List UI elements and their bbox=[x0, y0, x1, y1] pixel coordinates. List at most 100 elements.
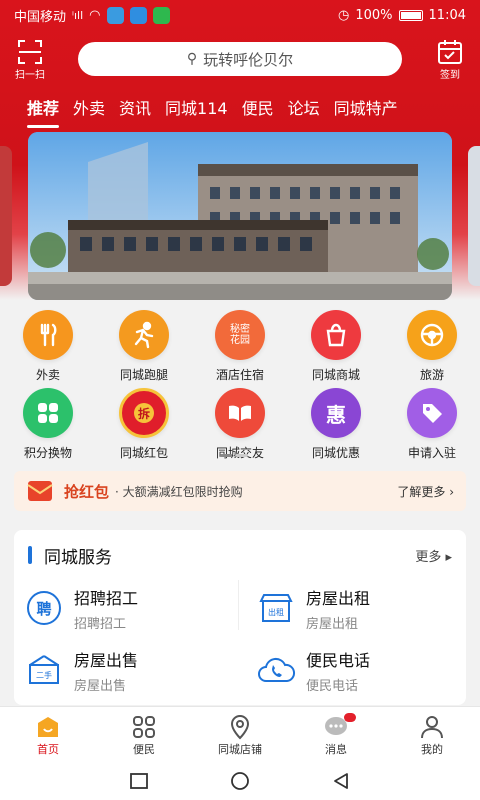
home-icon bbox=[38, 716, 58, 737]
discount-icon: 惠 bbox=[311, 388, 361, 438]
service-title: 便民电话 bbox=[306, 650, 371, 670]
nav-label: 首页 bbox=[37, 742, 59, 756]
hotel-building-illustration bbox=[28, 132, 452, 300]
runner-icon bbox=[119, 310, 169, 360]
tab-recommend[interactable]: 推荐 bbox=[20, 95, 66, 128]
search-placeholder: 玩转呼伦贝尔 bbox=[203, 50, 294, 69]
card-header: 同城服务 更多 ▸ bbox=[14, 540, 466, 570]
red-packet-icon-text: 拆 bbox=[134, 403, 154, 423]
tab-forum[interactable]: 论坛 bbox=[281, 95, 327, 119]
page-dot bbox=[236, 454, 248, 457]
divider bbox=[238, 580, 239, 630]
signin-button[interactable]: 签到 bbox=[420, 38, 480, 81]
service-house-sale[interactable]: 二手 房屋出售 房屋出售 bbox=[14, 640, 234, 700]
scan-icon bbox=[18, 39, 42, 64]
discount-icon-text: 惠 bbox=[326, 402, 346, 427]
grid-item-discount[interactable]: 惠 同城优惠 bbox=[288, 388, 384, 461]
nav-home[interactable]: 首页 bbox=[0, 707, 96, 762]
shopping-bag-icon bbox=[311, 310, 361, 360]
location-icon bbox=[230, 714, 250, 739]
red-packet-promo[interactable]: 抢红包 · 大额满减红包限时抢购 了解更多 › bbox=[14, 471, 466, 511]
unread-badge bbox=[344, 713, 356, 722]
more-link[interactable]: 更多 ▸ bbox=[415, 546, 452, 565]
nav-convenience[interactable]: 便民 bbox=[96, 707, 192, 762]
service-title: 房屋出租 bbox=[306, 588, 371, 608]
service-phone[interactable]: 便民电话 便民电话 bbox=[246, 640, 466, 700]
promo-description: · 大额满减红包限时抢购 bbox=[115, 484, 243, 499]
nav-label: 我的 bbox=[421, 742, 443, 756]
exchange-icon bbox=[23, 388, 73, 438]
page-dot-active bbox=[220, 454, 232, 457]
service-subtitle: 招聘招工 bbox=[74, 616, 127, 632]
service-subtitle: 便民电话 bbox=[306, 678, 359, 694]
scan-label: 扫一扫 bbox=[15, 69, 45, 81]
banner-prev-peek[interactable] bbox=[0, 146, 12, 286]
back-icon[interactable] bbox=[331, 771, 351, 791]
svg-text:出租: 出租 bbox=[268, 607, 284, 617]
house-rent-icon: 出租 bbox=[246, 591, 306, 625]
service-recruit[interactable]: 聘 招聘招工 招聘招工 bbox=[14, 578, 234, 638]
card-title: 同城服务 bbox=[44, 547, 112, 568]
grid-item-apply[interactable]: 申请入驻 bbox=[384, 388, 480, 461]
nav-profile[interactable]: 我的 bbox=[384, 707, 480, 762]
grid-label: 同城商城 bbox=[311, 368, 360, 382]
nav-label: 消息 bbox=[325, 742, 347, 756]
search-icon: ⚲ bbox=[186, 51, 198, 67]
wechat-badge-icon bbox=[152, 6, 170, 24]
service-house-rent[interactable]: 出租 房屋出租 房屋出租 bbox=[246, 578, 466, 638]
nav-messages[interactable]: 消息 bbox=[288, 707, 384, 762]
wifi-icon: ◠ bbox=[89, 7, 101, 23]
search-input[interactable]: ⚲ 玩转呼伦贝尔 bbox=[78, 42, 402, 76]
grid-label: 同城优惠 bbox=[311, 446, 360, 460]
grid-label: 同城红包 bbox=[119, 446, 168, 460]
phone-cloud-icon bbox=[246, 655, 306, 685]
city-services-card: 同城服务 更多 ▸ 聘 招聘招工 招聘招工 出租 房屋出租 房屋出租 二手 房屋… bbox=[14, 530, 466, 705]
grid-page-indicator bbox=[220, 454, 248, 457]
grid-item-dating[interactable]: 同城交友 bbox=[192, 388, 288, 461]
banner-next-peek[interactable] bbox=[468, 146, 480, 286]
tab-specialty[interactable]: 同城特产 bbox=[327, 95, 405, 119]
calendar-check-icon bbox=[438, 39, 462, 64]
scan-button[interactable]: 扫一扫 bbox=[0, 38, 60, 81]
hotel-icon-text: 秘密花园 bbox=[230, 324, 250, 346]
grid-item-takeout[interactable]: 外卖 bbox=[0, 310, 96, 383]
steering-wheel-icon bbox=[407, 310, 457, 360]
app-badge-icon bbox=[129, 6, 147, 24]
grid-item-points-exchange[interactable]: 积分换物 bbox=[0, 388, 96, 461]
feature-grid: 外卖 同城跑腿 秘密花园 酒店住宿 同城商城 旅游 积分换物 拆 同城红包 同城… bbox=[0, 310, 480, 460]
bottom-navigation: 首页 便民 同城店铺 消息 我的 bbox=[0, 706, 480, 762]
book-icon bbox=[215, 388, 265, 438]
nav-label: 同城店铺 bbox=[218, 742, 262, 756]
carrier-label: 中国移动 bbox=[14, 9, 67, 25]
app-badge-icon bbox=[106, 6, 124, 24]
grid-item-errand[interactable]: 同城跑腿 bbox=[96, 310, 192, 383]
clock: 11:04 bbox=[428, 7, 466, 23]
service-subtitle: 房屋出售 bbox=[74, 678, 127, 694]
tab-city114[interactable]: 同城114 bbox=[158, 95, 235, 119]
tag-icon bbox=[407, 388, 457, 438]
grid-item-red-packet[interactable]: 拆 同城红包 bbox=[96, 388, 192, 461]
status-bar: 中国移动 ⁱıll ◠ ◷ 100% 11:04 bbox=[0, 0, 480, 30]
hotel-banner-image[interactable] bbox=[28, 132, 452, 300]
grid-label: 外卖 bbox=[35, 368, 60, 382]
recent-apps-icon[interactable] bbox=[129, 772, 149, 790]
cutlery-icon bbox=[23, 310, 73, 360]
home-circle-icon[interactable] bbox=[229, 770, 251, 792]
battery-percent: 100% bbox=[355, 7, 393, 23]
grid-item-hotel[interactable]: 秘密花园 酒店住宿 bbox=[192, 310, 288, 383]
grid-item-travel[interactable]: 旅游 bbox=[384, 310, 480, 383]
alarm-icon: ◷ bbox=[338, 7, 350, 23]
svg-text:二手: 二手 bbox=[36, 670, 52, 680]
tab-convenience[interactable]: 便民 bbox=[235, 95, 281, 119]
service-subtitle: 房屋出租 bbox=[306, 616, 359, 632]
tab-news[interactable]: 资讯 bbox=[112, 95, 158, 119]
battery-icon bbox=[398, 9, 423, 21]
nav-city-shops[interactable]: 同城店铺 bbox=[192, 707, 288, 762]
grid-label: 积分换物 bbox=[23, 446, 72, 460]
grid-item-mall[interactable]: 同城商城 bbox=[288, 310, 384, 383]
signin-label: 签到 bbox=[440, 69, 460, 81]
grid-label: 同城跑腿 bbox=[119, 368, 168, 382]
user-icon bbox=[421, 715, 443, 738]
promo-more-link[interactable]: 了解更多 › bbox=[397, 483, 454, 500]
tab-takeout[interactable]: 外卖 bbox=[66, 95, 112, 119]
